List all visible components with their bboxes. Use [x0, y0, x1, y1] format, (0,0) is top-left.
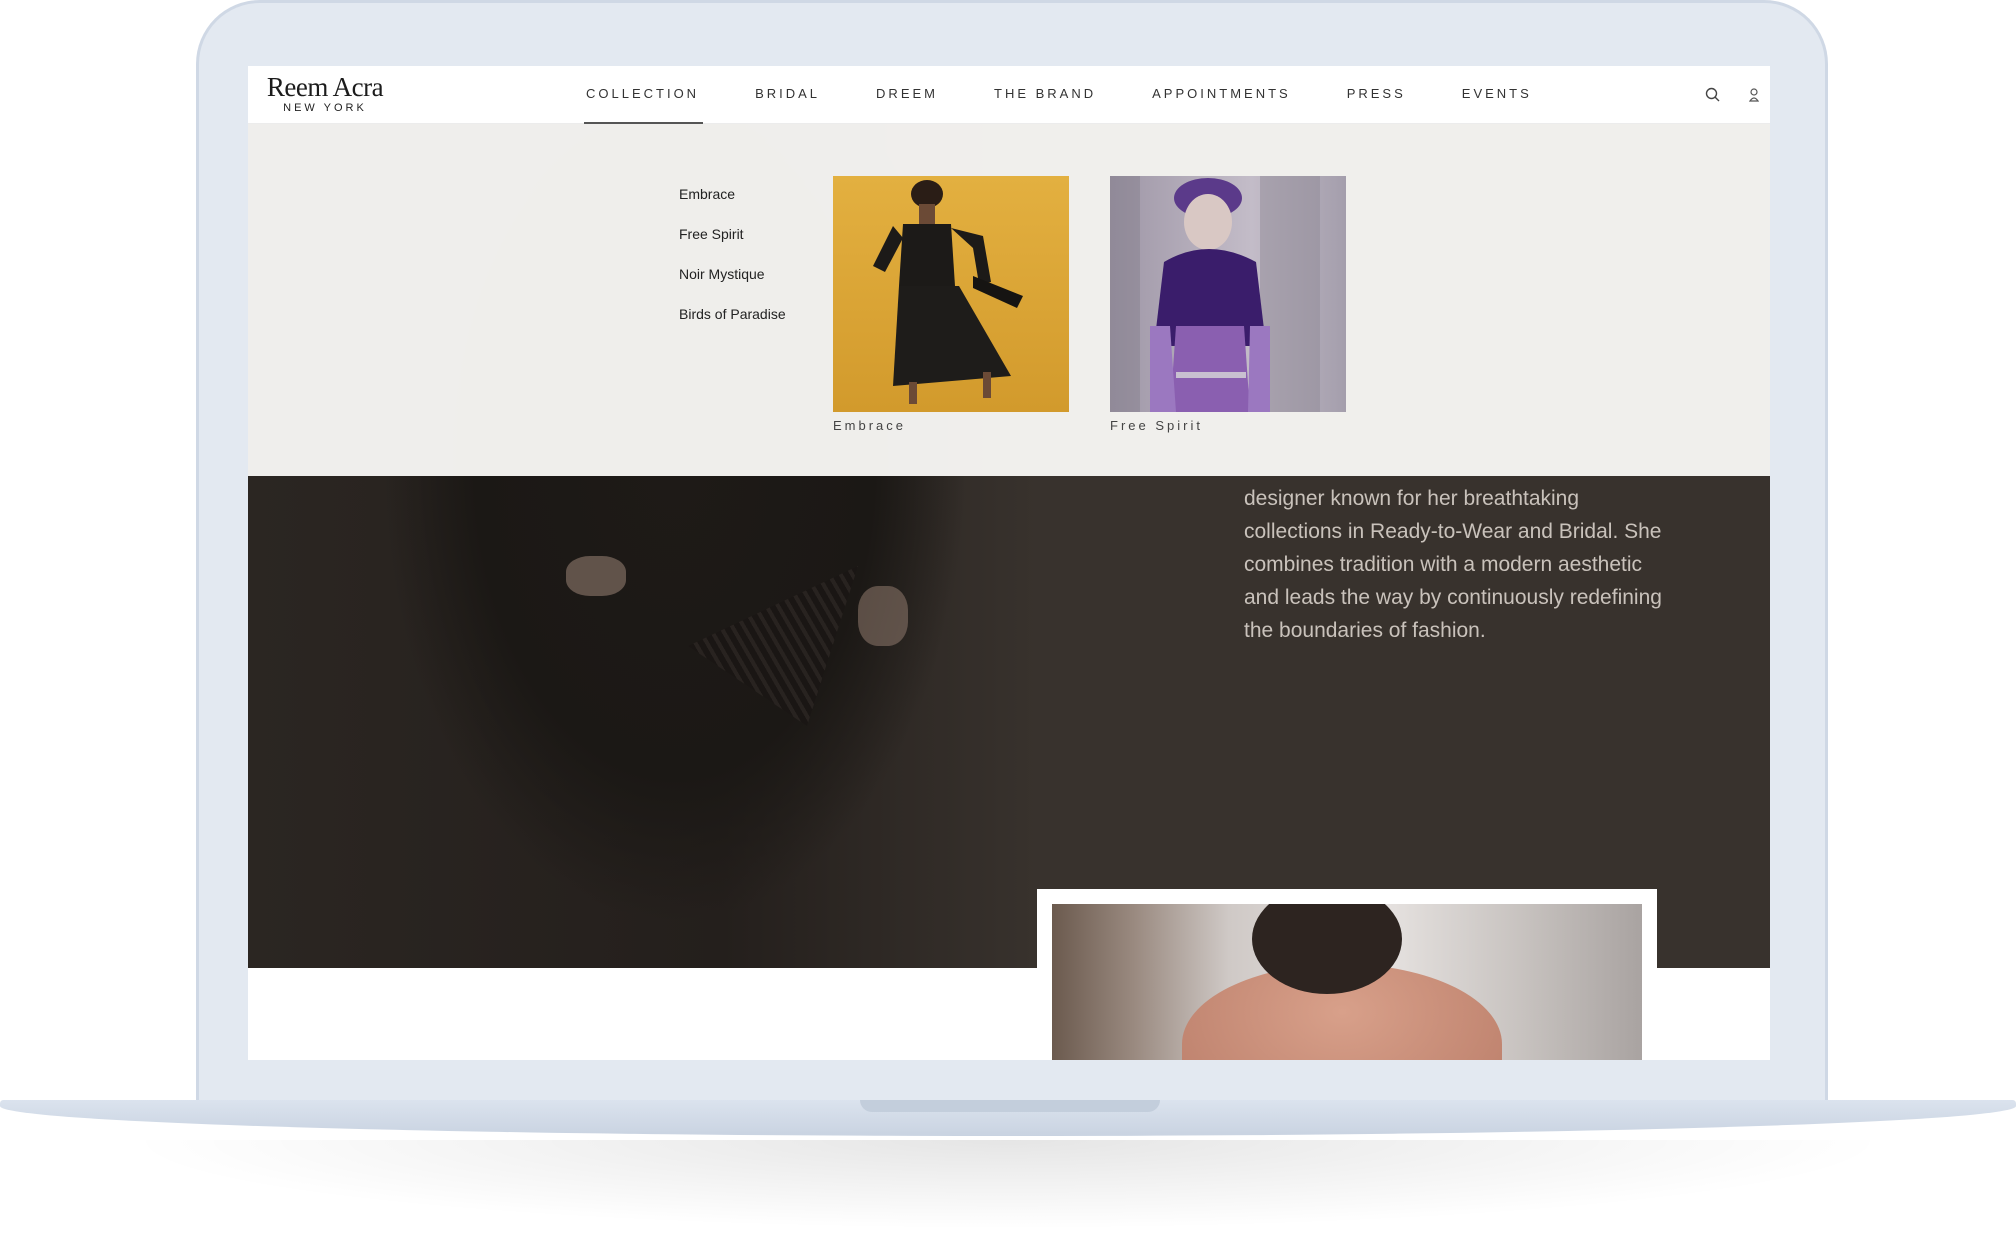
hero-hand-left: [566, 556, 626, 596]
collection-mega-menu: Embrace Free Spirit Noir Mystique Birds …: [248, 124, 1770, 476]
logo-city: NEW YORK: [283, 102, 367, 114]
collection-card-free-spirit[interactable]: Free Spirit: [1110, 176, 1346, 433]
menu-link-embrace[interactable]: Embrace: [679, 174, 786, 214]
main-nav: COLLECTION BRIDAL DREEM THE BRAND APPOIN…: [558, 66, 1560, 124]
laptop-screen: designer known for her breathtaking coll…: [248, 66, 1770, 1060]
hero-hand-right: [858, 586, 908, 646]
free-spirit-model-figure: [1110, 176, 1320, 412]
embrace-model-figure: [873, 180, 1023, 404]
menu-link-birds-of-paradise[interactable]: Birds of Paradise: [679, 294, 786, 334]
free-spirit-image: [1110, 176, 1346, 412]
embrace-caption: Embrace: [833, 418, 907, 433]
laptop-shadow: [120, 1140, 1896, 1230]
collection-card-embrace[interactable]: Embrace: [833, 176, 1069, 433]
menu-link-free-spirit[interactable]: Free Spirit: [679, 214, 786, 254]
nav-bridal[interactable]: BRIDAL: [727, 66, 848, 124]
embrace-image: [833, 176, 1069, 412]
collection-links: Embrace Free Spirit Noir Mystique Birds …: [679, 174, 786, 334]
nav-the-brand[interactable]: THE BRAND: [966, 66, 1124, 124]
nav-dreem[interactable]: DREEM: [848, 66, 966, 124]
user-icon[interactable]: [1745, 86, 1763, 104]
laptop-notch: [860, 1100, 1160, 1112]
nav-appointments[interactable]: APPOINTMENTS: [1124, 66, 1319, 124]
search-icon[interactable]: [1704, 86, 1722, 104]
preview-card[interactable]: [1037, 889, 1657, 1060]
nav-events[interactable]: EVENTS: [1434, 66, 1560, 124]
preview-image: [1052, 904, 1642, 1060]
free-spirit-caption: Free Spirit: [1110, 418, 1203, 433]
site-header: Reem Acra NEW YORK COLLECTION BRIDAL DRE…: [248, 66, 1770, 124]
menu-link-noir-mystique[interactable]: Noir Mystique: [679, 254, 786, 294]
nav-press[interactable]: PRESS: [1319, 66, 1434, 124]
logo-name: Reem Acra: [266, 72, 384, 102]
nav-collection[interactable]: COLLECTION: [558, 66, 727, 124]
hero-description: designer known for her breathtaking coll…: [1244, 487, 1662, 642]
brand-logo[interactable]: Reem Acra NEW YORK: [260, 72, 390, 114]
